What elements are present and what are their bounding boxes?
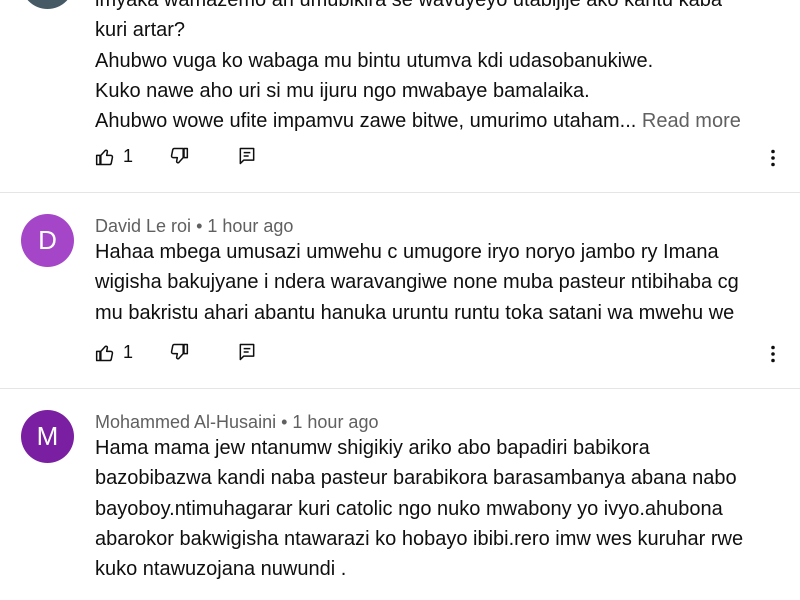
comment-line: kuko ntawuzojana nuwundi .: [95, 558, 347, 581]
comment-line: kuri artar?: [95, 19, 186, 42]
like-count: 1: [123, 342, 134, 362]
comment-line: Kuko nawe aho uri si mu ijuru ngo mwabay…: [95, 79, 590, 102]
thumb-up-icon: [95, 147, 115, 167]
comment-line: Hama mama jew ntanumw shigikiy ariko abo…: [95, 437, 650, 459]
comment-line: Ahubwo wowe ufite impamvu zawe bitwe, um…: [95, 106, 741, 136]
like-button[interactable]: 1: [95, 146, 133, 167]
comment-1: imyaka wamazemo ari umubikira se wavuyey…: [0, 0, 800, 192]
comment-3: M Mohammed Al-Husaini • 1 hour ago Hama …: [0, 389, 800, 600]
avatar[interactable]: D: [21, 214, 74, 267]
comment-line-text: Ahubwo wowe ufite impamvu zawe bitwe, um…: [95, 110, 637, 133]
comment-text: imyaka wamazemo ari umubikira se wavuyey…: [95, 0, 741, 136]
comment-time: • 1 hour ago: [281, 412, 379, 432]
like-count: 1: [123, 146, 134, 166]
comment-meta: Mohammed Al-Husaini • 1 hour ago: [95, 412, 378, 433]
thumb-down-icon: [169, 342, 189, 362]
comment-line: bazobibazwa kandi naba pasteur barabikor…: [95, 467, 737, 490]
reply-comment-icon: [237, 342, 257, 362]
comment-time: • 1 hour ago: [196, 216, 294, 236]
comment-text: Hama mama jew ntanumw shigikiy ariko abo…: [95, 433, 743, 584]
comment-actions: 1: [95, 342, 795, 372]
comment-meta: David Le roi • 1 hour ago: [95, 216, 293, 237]
more-button[interactable]: [765, 148, 781, 172]
thumb-up-icon: [95, 343, 115, 363]
reply-comment-icon: [237, 146, 257, 166]
comment-line: mu bakristu ahari abantu hanuka uruntu r…: [95, 301, 735, 324]
comment-line: Hahaa mbega umusazi umwehu c umugore iry…: [95, 241, 719, 263]
comment-line: bayoboy.ntimuhagarar kuri catolic ngo nu…: [95, 497, 723, 520]
dislike-button[interactable]: [169, 342, 189, 362]
avatar[interactable]: M: [21, 410, 74, 463]
reply-button[interactable]: [237, 146, 257, 166]
comment-line: abarokor bakwigisha ntawarazi ko hobayo …: [95, 527, 744, 550]
thumb-down-icon: [169, 146, 189, 166]
comment-2: D David Le roi • 1 hour ago Hahaa mbega …: [0, 193, 800, 388]
more-vert-icon: [770, 149, 776, 172]
comment-actions: 1: [95, 146, 795, 176]
author-name[interactable]: Mohammed Al-Husaini: [95, 412, 276, 432]
more-button[interactable]: [765, 344, 781, 368]
comment-text: Hahaa mbega umusazi umwehu c umugore iry…: [95, 237, 739, 328]
comment-line: wigisha bakujyane i ndera waravangiwe no…: [95, 271, 739, 294]
more-vert-icon: [770, 345, 776, 368]
read-more-link[interactable]: Read more: [642, 110, 741, 132]
like-button[interactable]: 1: [95, 342, 133, 363]
reply-button[interactable]: [237, 342, 257, 362]
comment-line: Ahubwo vuga ko wabaga mu bintu utumva kd…: [95, 49, 654, 72]
comment-line: imyaka wamazemo ari umubikira se wavuyey…: [95, 0, 722, 11]
dislike-button[interactable]: [169, 146, 189, 166]
author-name[interactable]: David Le roi: [95, 216, 191, 236]
avatar[interactable]: [21, 0, 74, 9]
